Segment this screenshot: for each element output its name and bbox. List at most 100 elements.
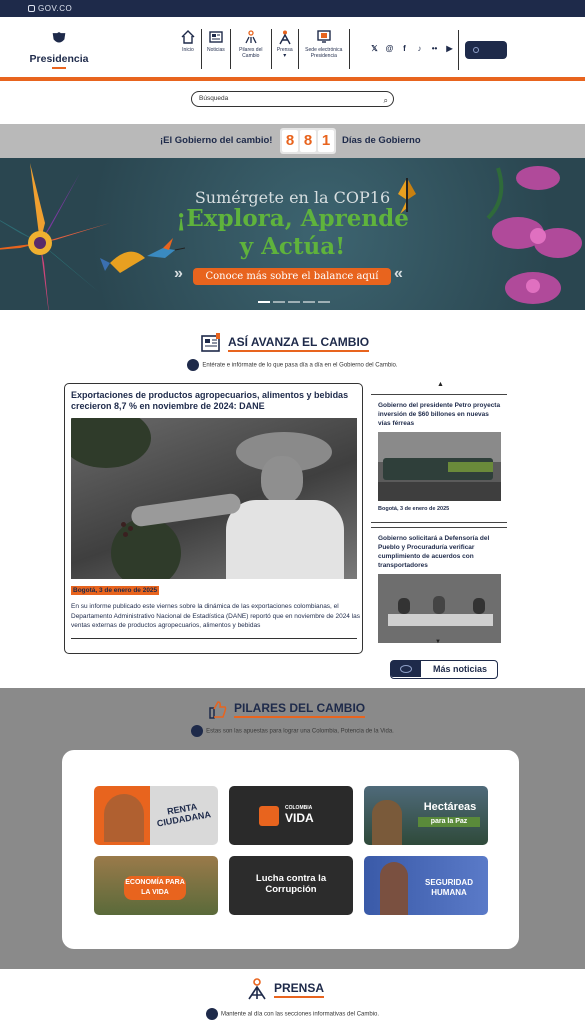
gov-co-icon — [28, 5, 35, 12]
scroll-up-arrow-icon[interactable]: ▲ — [437, 381, 444, 388]
tile-label: ECONOMÍA PARA LA VIDA — [124, 876, 186, 900]
prensa-heading: PRENSA — [246, 977, 325, 1001]
side-news-item[interactable]: Gobierno solicitará a Defensoría del Pue… — [378, 534, 502, 643]
featured-news-image[interactable] — [71, 418, 357, 579]
banner-cta-button[interactable]: Conoce más sobre el balance aquí — [193, 268, 391, 285]
featured-news-date: Bogotá, 3 de enero de 2025 — [71, 586, 160, 595]
nav-item-inicio[interactable]: Inicio — [176, 29, 200, 69]
youtube-icon[interactable]: ▶ — [444, 44, 455, 53]
hero-banner[interactable]: Sumérgete en la COP16 ¡Explora, Aprende … — [0, 158, 585, 310]
photo-foliage — [71, 418, 151, 468]
pilares-heading: PILARES DEL CAMBIO — [206, 698, 366, 720]
scroll-down-arrow-icon[interactable]: ▼ — [435, 639, 441, 645]
tiktok-icon[interactable]: ♪ — [414, 44, 425, 53]
avanza-subtitle: Entérate e infórmate de lo que pasa día … — [0, 359, 585, 371]
featured-news-summary: En su informe publicado este viernes sob… — [71, 603, 361, 629]
list-divider — [371, 527, 507, 528]
counter-left-label: ¡El Gobierno del cambio! — [160, 135, 273, 146]
globe-icon — [187, 359, 200, 371]
nav-item-pilares[interactable]: Pilares del Cambio — [232, 29, 270, 69]
chevron-down-icon: ▾ — [283, 53, 287, 59]
side-news-headline[interactable]: Gobierno solicitará a Defensoría del Pue… — [378, 534, 502, 570]
news-side-list: ▲ Gobierno del presidente Petro proyecta… — [371, 381, 507, 648]
gov-co-bar[interactable]: GOV.CO — [0, 0, 585, 17]
banner-title: ¡Explora, Aprende y Actúa! — [0, 205, 585, 261]
featured-news-card[interactable]: Exportaciones de productos agropecuarios… — [64, 383, 363, 654]
nav-label-noticias: Noticias — [207, 47, 225, 53]
facebook-icon[interactable]: f — [399, 44, 410, 53]
site-header: Presidencia Inicio Noticias Pilares del … — [0, 17, 585, 77]
carousel-dot[interactable] — [273, 301, 285, 303]
side-news-headline[interactable]: Gobierno del presidente Petro proyecta i… — [378, 401, 502, 428]
pilares-grid — [62, 750, 519, 949]
x-icon[interactable]: 𝕏 — [369, 44, 380, 53]
nav-divider — [348, 29, 350, 69]
nav-divider — [229, 29, 231, 69]
photo-person — [433, 596, 445, 614]
pilar-tile-renta-ciudadana[interactable]: RENTA CIUDADANA — [94, 786, 218, 845]
tile-label: Lucha contra la Corrupción — [255, 873, 327, 895]
tile-label: VIDA — [285, 811, 314, 825]
photo-train-stripe — [448, 462, 493, 472]
nav-item-sede-electronica[interactable]: Sede electrónica Presidencia — [300, 29, 348, 69]
photo-arm — [130, 492, 242, 528]
main-nav: Inicio Noticias Pilares del Cambio Prens… — [176, 29, 351, 69]
government-days-counter: ¡El Gobierno del cambio! 8 8 1 Días de G… — [0, 124, 585, 158]
carousel-dot[interactable] — [303, 301, 315, 303]
accessibility-button[interactable] — [465, 41, 507, 59]
presidencia-logo[interactable]: Presidencia — [28, 31, 90, 69]
header-accent-line — [0, 77, 585, 81]
nav-label-sede-electronica: Sede electrónica Presidencia — [305, 47, 343, 59]
logo-text: Presidencia — [29, 53, 89, 65]
double-chevron-right-icon: » — [174, 265, 183, 282]
search-icon[interactable]: ⌕ — [384, 94, 388, 107]
tile-label: Hectáreas — [423, 801, 477, 813]
tile-label: SEGURIDAD HUMANA — [424, 878, 473, 897]
section-title: PRENSA — [274, 981, 325, 998]
tile-photo-woman — [380, 862, 408, 915]
photo-coffee-cherry — [121, 522, 126, 527]
pilar-tile-lucha-corrupcion[interactable]: Lucha contra la Corrupción — [229, 856, 353, 915]
avanza-subtitle-text: Entérate e infórmate de lo que pasa día … — [202, 362, 398, 369]
pilar-tile-economia-vida[interactable]: ECONOMÍA PARA LA VIDA — [94, 856, 218, 915]
home-icon — [181, 30, 195, 44]
side-news-date: Bogotá, 3 de enero de 2025 — [378, 506, 450, 512]
section-title: PILARES DEL CAMBIO — [234, 701, 366, 718]
card-divider — [71, 637, 357, 639]
flickr-icon[interactable]: •• — [429, 44, 440, 53]
double-chevron-left-icon: « — [394, 265, 403, 282]
photo-foliage — [111, 518, 181, 579]
newspaper-icon — [201, 333, 220, 352]
globe-icon — [191, 725, 204, 737]
nav-item-noticias[interactable]: Noticias — [203, 29, 229, 69]
carousel-indicators — [258, 301, 330, 303]
nav-label-pilares: Pilares del Cambio — [239, 47, 263, 59]
logo-underline — [52, 67, 66, 69]
counter-digits: 8 8 1 — [280, 128, 336, 154]
nav-label-inicio: Inicio — [182, 47, 194, 53]
photo-shirt — [226, 500, 344, 579]
carousel-dot[interactable] — [258, 301, 270, 303]
featured-news-headline[interactable]: Exportaciones de productos agropecuarios… — [71, 390, 356, 412]
side-news-image[interactable] — [378, 574, 501, 643]
carousel-dot[interactable] — [318, 301, 330, 303]
side-news-item[interactable]: Gobierno del presidente Petro proyecta i… — [378, 401, 502, 512]
carousel-dot[interactable] — [288, 301, 300, 303]
header-divider — [458, 30, 459, 70]
pilar-tile-seguridad-humana[interactable]: SEGURIDAD HUMANA — [364, 856, 488, 915]
tile-label-small: para la Paz — [418, 817, 480, 827]
more-news-button[interactable]: Más noticias — [390, 660, 498, 679]
side-news-image[interactable] — [378, 432, 501, 501]
pilares-subtitle: Estas son las apuestas para lograr una C… — [0, 725, 585, 737]
photo-table — [388, 614, 493, 626]
colombia-vida-logo-icon — [259, 806, 279, 826]
nav-item-prensa[interactable]: Prensa ▾ — [273, 29, 297, 69]
more-news-icon-box — [391, 661, 421, 677]
pilar-tile-colombia-vida[interactable]: COLOMBIA VIDA — [229, 786, 353, 845]
search-input[interactable]: Búsqueda ⌕ — [191, 91, 394, 107]
counter-digit: 8 — [282, 130, 298, 152]
newspaper-icon — [209, 31, 223, 43]
pilar-tile-hectareas-paz[interactable]: Hectáreas para la Paz — [364, 786, 488, 845]
social-links: 𝕏 @ f ♪ •• ▶ — [369, 44, 455, 53]
threads-icon[interactable]: @ — [384, 44, 395, 53]
